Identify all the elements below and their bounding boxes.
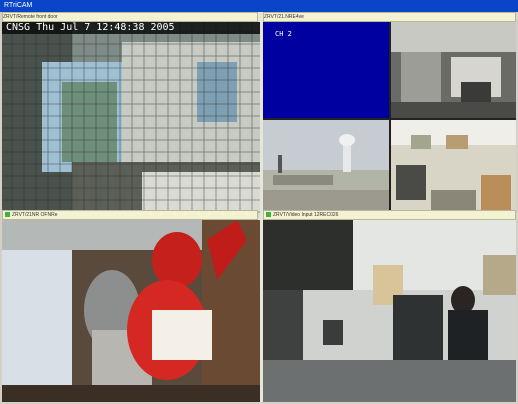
camera-1-caption: ZRVT/Remote front door [2, 12, 258, 22]
camera-1-image [2, 22, 260, 218]
camera-3-caption: ZRVT/21NR OFNRe [2, 210, 258, 220]
camera-4-status-icon [266, 212, 271, 218]
camera-4-caption-text: ZRVT/Video Input 12REC026 [273, 212, 339, 218]
camera-3-image [2, 220, 260, 402]
camera-4-caption: ZRVT/Video Input 12REC026 [263, 210, 516, 220]
quad-lobby-image [391, 120, 516, 218]
camera-1-feed[interactable]: CNSG Thu Jul 7 12:48:38 2005 [2, 22, 260, 218]
camera-3-feed[interactable] [2, 220, 260, 402]
quad-channel-pane: CH 2 [263, 22, 389, 118]
window-titlebar: RTriCAM [0, 0, 518, 12]
camera-2-feed[interactable]: CH 2 [263, 22, 516, 218]
quad-outdoor-image [263, 120, 389, 218]
quad-channel-label: CH 2 [275, 30, 292, 38]
camera-4-image [263, 220, 516, 402]
camera-grid: ZRVT/Remote front door CNSG Thu Jul 7 12… [2, 12, 516, 402]
quad-office-image [391, 22, 516, 118]
camera-4-feed[interactable] [263, 220, 516, 402]
window-title: RTriCAM [4, 2, 33, 9]
camera-1-timestamp: CNSG Thu Jul 7 12:48:38 2005 [6, 22, 175, 33]
camera-3-status-icon [5, 212, 10, 218]
camera-2-caption-text: ZRVT/21.NRE4ve [264, 14, 304, 20]
camera-2-caption: ZRVT/21.NRE4ve [263, 12, 516, 22]
camera-3-caption-text: ZRVT/21NR OFNRe [12, 212, 58, 218]
camera-1-caption-text: ZRVT/Remote front door [3, 14, 58, 20]
